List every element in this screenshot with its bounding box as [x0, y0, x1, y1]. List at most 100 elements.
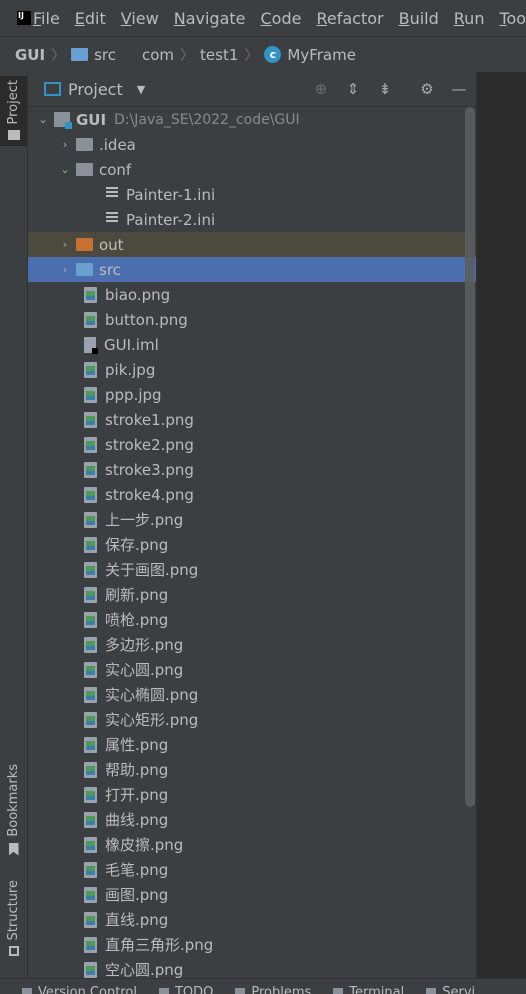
image-file-icon — [84, 487, 97, 503]
tree-file[interactable]: 帮助.png — [28, 757, 476, 782]
panel-title[interactable]: Project — [68, 80, 123, 99]
tree-file[interactable]: 毛笔.png — [28, 857, 476, 882]
locate-icon[interactable]: ⊕ — [312, 80, 330, 98]
tool-icon — [22, 988, 32, 994]
project-tree: ⌄ GUI D:\Java_SE\2022_code\GUI › .idea ⌄… — [28, 107, 476, 978]
image-file-icon — [84, 462, 97, 478]
tree-file[interactable]: 关于画图.png — [28, 557, 476, 582]
menu-bar: IJ FileEditViewNavigateCodeRefactorBuild… — [0, 0, 526, 36]
dropdown-icon[interactable]: ▼ — [137, 83, 145, 96]
minimize-icon[interactable]: — — [450, 80, 468, 98]
folder-icon — [71, 48, 88, 61]
chevron-right-icon[interactable]: › — [58, 263, 72, 276]
tree-file[interactable]: 空心圆.png — [28, 957, 476, 978]
tree-file[interactable]: 刷新.png — [28, 582, 476, 607]
collapse-all-icon[interactable]: ⇟ — [376, 80, 394, 98]
tree-root[interactable]: ⌄ GUI D:\Java_SE\2022_code\GUI — [28, 107, 476, 132]
tool-icon — [235, 988, 245, 994]
tree-file[interactable]: 上一步.png — [28, 507, 476, 532]
menu-item[interactable]: File — [33, 9, 60, 28]
image-file-icon — [84, 837, 97, 853]
folder-icon — [76, 138, 93, 151]
editor-area — [477, 72, 526, 978]
menu-item[interactable]: Edit — [75, 9, 106, 28]
tree-file[interactable]: ppp.jpg — [28, 382, 476, 407]
menu-item[interactable]: View — [121, 9, 159, 28]
folder-icon — [76, 238, 93, 251]
tool-icon — [333, 988, 343, 994]
gear-icon[interactable]: ⚙ — [418, 80, 436, 98]
breadcrumb-project[interactable]: GUI — [15, 46, 45, 64]
tree-file[interactable]: 属性.png — [28, 732, 476, 757]
tab-structure[interactable]: Structure — [0, 880, 27, 970]
tree-file[interactable]: stroke2.png — [28, 432, 476, 457]
menu-item[interactable]: Build — [399, 9, 439, 28]
tree-file-ini[interactable]: Painter-2.ini — [28, 207, 476, 232]
tab-bookmarks[interactable]: Bookmarks — [0, 764, 27, 859]
tree-file[interactable]: GUI.iml — [28, 332, 476, 357]
image-file-icon — [84, 787, 97, 803]
tree-file[interactable]: button.png — [28, 307, 476, 332]
expand-all-icon[interactable]: ⇕ — [344, 80, 362, 98]
left-tool-strip: Project Bookmarks Structure — [0, 72, 28, 978]
image-file-icon — [84, 312, 97, 328]
breadcrumb-package-test1[interactable]: test1 — [200, 46, 238, 64]
bottom-tool-strip: Version ControlTODOProblemsTerminalServi — [0, 978, 526, 994]
tree-file[interactable]: stroke1.png — [28, 407, 476, 432]
tree-file[interactable]: 画图.png — [28, 882, 476, 907]
tab-project[interactable]: Project — [0, 76, 27, 146]
menu-item[interactable]: Navigate — [174, 9, 246, 28]
menu-item[interactable]: Refactor — [316, 9, 383, 28]
tree-file[interactable]: pik.jpg — [28, 357, 476, 382]
tree-folder-src[interactable]: › src — [28, 257, 476, 282]
image-file-icon — [84, 287, 97, 303]
tree-folder-out[interactable]: › out — [28, 232, 476, 257]
menu-item[interactable]: Run — [454, 9, 485, 28]
breadcrumb-src[interactable]: src — [71, 46, 116, 64]
project-toolwindow-header: Project ▼ ⊕ ⇕ ⇟ ⚙ — — [28, 72, 476, 107]
tree-file[interactable]: 保存.png — [28, 532, 476, 557]
tree-file[interactable]: 多边形.png — [28, 632, 476, 657]
menu-item[interactable]: Tools — [499, 9, 526, 28]
tree-file[interactable]: 橡皮擦.png — [28, 832, 476, 857]
tree-file-ini[interactable]: Painter-1.ini — [28, 182, 476, 207]
tree-file[interactable]: stroke3.png — [28, 457, 476, 482]
ini-file-icon — [106, 212, 118, 227]
chevron-right-icon[interactable]: › — [58, 238, 72, 251]
image-file-icon — [84, 812, 97, 828]
tree-file[interactable]: 实心椭圆.png — [28, 682, 476, 707]
tree-file[interactable]: 喷枪.png — [28, 607, 476, 632]
tree-file[interactable]: 实心矩形.png — [28, 707, 476, 732]
image-file-icon — [84, 937, 97, 953]
image-file-icon — [84, 362, 97, 378]
iml-file-icon — [84, 337, 96, 353]
chevron-right-icon[interactable]: › — [58, 138, 72, 151]
image-file-icon — [84, 962, 97, 978]
image-file-icon — [84, 562, 97, 578]
ini-file-icon — [106, 187, 118, 202]
image-file-icon — [84, 437, 97, 453]
chevron-down-icon[interactable]: ⌄ — [36, 113, 50, 126]
tree-file[interactable]: 直线.png — [28, 907, 476, 932]
image-file-icon — [84, 537, 97, 553]
tree-file[interactable]: 打开.png — [28, 782, 476, 807]
scrollbar[interactable] — [465, 107, 475, 807]
menu-item[interactable]: Code — [261, 9, 302, 28]
tree-folder-idea[interactable]: › .idea — [28, 132, 476, 157]
class-icon: c — [264, 46, 281, 63]
tree-file[interactable]: biao.png — [28, 282, 476, 307]
tree-file[interactable]: 实心圆.png — [28, 657, 476, 682]
image-file-icon — [84, 662, 97, 678]
tree-file[interactable]: 直角三角形.png — [28, 932, 476, 957]
chevron-down-icon[interactable]: ⌄ — [58, 163, 72, 176]
breadcrumb-package-com[interactable]: com — [142, 46, 174, 64]
image-file-icon — [84, 762, 97, 778]
tree-file[interactable]: stroke4.png — [28, 482, 476, 507]
structure-icon — [9, 946, 19, 956]
tool-icon — [159, 988, 169, 994]
image-file-icon — [84, 637, 97, 653]
breadcrumb-class[interactable]: c MyFrame — [264, 46, 356, 64]
tree-file[interactable]: 曲线.png — [28, 807, 476, 832]
image-file-icon — [84, 512, 97, 528]
tree-folder-conf[interactable]: ⌄ conf — [28, 157, 476, 182]
